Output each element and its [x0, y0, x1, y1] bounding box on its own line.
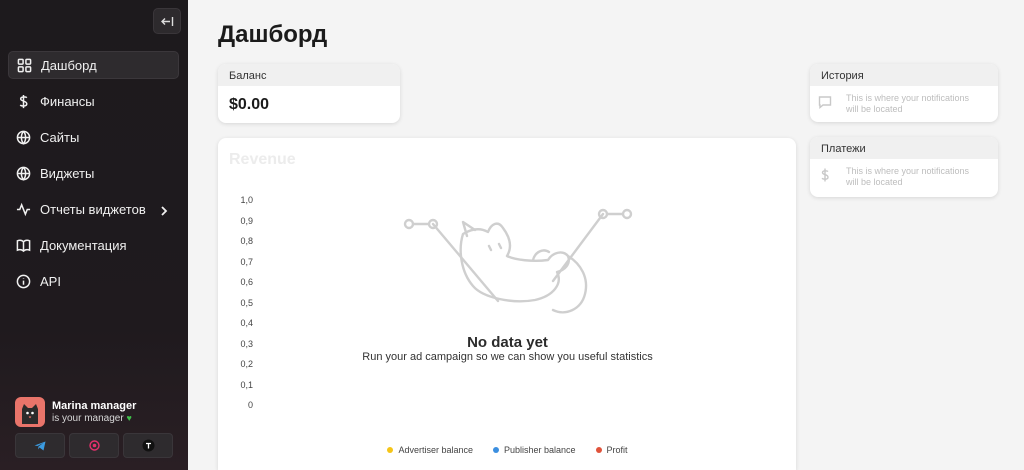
sidebar-item-label: API — [40, 273, 61, 289]
message-icon — [818, 95, 832, 114]
legend-label: Profit — [606, 445, 628, 455]
globe-icon — [15, 129, 31, 145]
sidebar-item-label: Сайты — [40, 129, 80, 145]
sidebar-item-label: Виджеты — [40, 165, 95, 181]
sidebar-item-finance[interactable]: Финансы — [8, 87, 179, 115]
legend-label: Advertiser balance — [398, 445, 473, 455]
at-icon — [88, 440, 100, 451]
page-title: Дашборд — [218, 21, 328, 48]
legend-dot-icon — [492, 447, 499, 453]
legend-item[interactable]: Advertiser balance — [387, 445, 473, 455]
dollar-icon — [15, 93, 31, 109]
telegram-icon — [34, 441, 46, 450]
y-tick-label: 0,4 — [240, 318, 253, 328]
book-icon — [15, 237, 31, 253]
legend-label: Publisher balance — [503, 445, 576, 455]
sidebar-item-label: Финансы — [40, 93, 95, 109]
empty-state-subtitle: Run your ad campaign so we can show you … — [362, 351, 653, 363]
dollar-icon — [818, 168, 832, 187]
balance-value: $0.00 — [229, 96, 270, 113]
empty-state-title: No data yet — [467, 334, 548, 351]
y-tick-label: 0,7 — [240, 256, 253, 267]
legend-dot-icon — [387, 447, 394, 453]
sleeping-cat-illustration — [403, 208, 633, 314]
payments-empty-text: This is where your notifications will be… — [846, 166, 970, 187]
payments-card: Платежи This is where your notifications… — [810, 137, 998, 197]
sidebar-item-label: Документация — [40, 237, 127, 253]
legend-item[interactable]: Publisher balance — [492, 445, 576, 455]
history-card: История This is where your notifications… — [810, 64, 998, 122]
y-tick-label: 0 — [247, 400, 253, 410]
sidebar-item-dashboard[interactable]: Дашборд — [8, 51, 179, 79]
dashboard-icon — [16, 57, 32, 73]
sidebar-nav: Дашборд Финансы Сайты Виджеты Отчеты вид… — [8, 51, 179, 303]
collapse-sidebar-button[interactable] — [153, 8, 181, 34]
collapse-icon — [160, 16, 173, 26]
globe-icon — [15, 165, 31, 181]
email-button[interactable] — [69, 433, 119, 458]
manager-subtitle-text: is your manager — [52, 413, 124, 424]
sidebar-item-label: Отчеты виджетов — [40, 201, 146, 217]
y-tick-label: 0,9 — [240, 215, 253, 226]
revenue-title: Revenue — [229, 151, 296, 168]
manager-subtitle: is your manager ♥ — [52, 413, 136, 424]
tenchat-button[interactable] — [123, 433, 173, 458]
heart-icon: ♥ — [126, 413, 132, 423]
sidebar-item-api[interactable]: API — [8, 267, 179, 295]
chevron-right-icon — [159, 204, 169, 216]
payments-label: Платежи — [810, 137, 998, 159]
y-tick-label: 0,1 — [240, 379, 253, 390]
y-tick-label: 0,6 — [240, 277, 253, 287]
activity-icon — [15, 201, 31, 217]
legend-dot-icon — [595, 447, 602, 453]
chart-legend: Advertiser balance Publisher balance Profi… — [218, 445, 796, 455]
info-icon — [15, 273, 31, 289]
sidebar-item-docs[interactable]: Документация — [8, 231, 179, 259]
y-tick-label: 1,0 — [240, 195, 253, 205]
balance-label: Баланс — [218, 64, 400, 86]
history-label: История — [810, 64, 998, 86]
sidebar-item-widgets[interactable]: Виджеты — [8, 159, 179, 187]
y-tick-label: 0,8 — [240, 236, 253, 246]
avatar — [15, 397, 45, 427]
y-tick-label: 0,5 — [240, 297, 253, 308]
manager-card: Marina manager is your manager ♥ — [15, 397, 136, 427]
telegram-button[interactable] — [15, 433, 65, 458]
legend-item[interactable]: Profit — [595, 445, 628, 455]
tenchat-icon — [142, 439, 154, 452]
manager-name: Marina manager — [52, 400, 137, 412]
sidebar-item-sites[interactable]: Сайты — [8, 123, 179, 151]
sidebar: Дашборд Финансы Сайты Виджеты Отчеты вид… — [0, 0, 188, 470]
history-empty-text: This is where your notifications will be… — [846, 93, 970, 114]
sidebar-item-widget-reports[interactable]: Отчеты виджетов — [8, 195, 179, 223]
balance-card: Баланс $0.00 — [218, 64, 400, 123]
revenue-card: Revenue 1,0 0,9 0,8 0,7 0,6 0,5 0,4 0,3 0,2 0,1 0 … — [218, 138, 796, 470]
sidebar-item-label: Дашборд — [41, 57, 97, 73]
